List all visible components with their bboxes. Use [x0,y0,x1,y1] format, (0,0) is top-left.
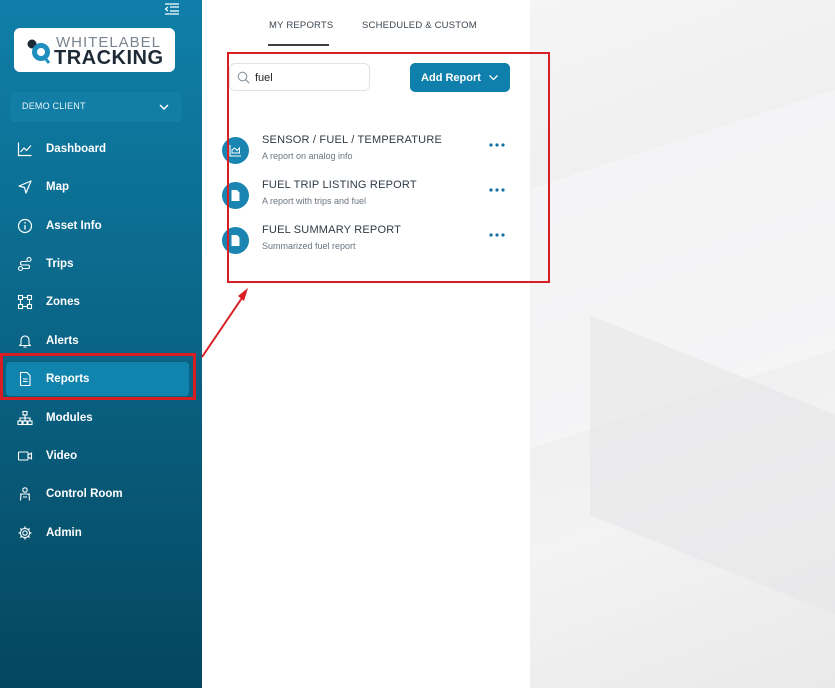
report-list-item[interactable]: FUEL SUMMARY REPORT Summarized fuel repo… [222,224,512,260]
active-tab-indicator [268,44,329,46]
reports-panel [202,0,530,688]
sidebar-item-label: Reports [46,373,90,385]
analog-chart-icon [222,137,249,164]
sidebar-item-label: Admin [46,527,82,539]
tab-my-reports[interactable]: MY REPORTS [269,20,333,31]
report-title: SENSOR / FUEL / TEMPERATURE [262,134,443,146]
client-selector-label: DEMO CLIENT [22,101,86,111]
collapse-sidebar-icon[interactable] [164,2,180,16]
sidebar-item-map[interactable]: Map [6,170,189,204]
bell-icon [18,335,32,348]
more-options-icon[interactable] [488,229,506,241]
report-subtitle: A report on analog info [262,151,353,161]
report-list-item[interactable]: SENSOR / FUEL / TEMPERATURE A report on … [222,134,512,170]
sidebar-item-admin[interactable]: Admin [6,516,189,550]
report-subtitle: Summarized fuel report [262,241,356,251]
search-input[interactable] [255,69,365,87]
sidebar-item-trips[interactable]: Trips [6,247,189,281]
report-title: FUEL SUMMARY REPORT [262,224,402,236]
report-title: FUEL TRIP LISTING REPORT [262,179,417,191]
search-icon [237,71,250,84]
sidebar-item-label: Trips [46,258,74,270]
modules-tree-icon [17,410,33,426]
sidebar-item-label: Asset Info [46,220,102,232]
logo-pin-icon [27,39,51,64]
sidebar-item-zones[interactable]: Zones [6,285,189,319]
sidebar-item-reports[interactable]: Reports [6,362,189,396]
report-subtitle: A report with trips and fuel [262,196,367,206]
brand-logo: WHITELABEL TRACKING [14,28,175,72]
sidebar-item-label: Alerts [46,335,79,347]
sidebar-item-label: Dashboard [46,143,107,155]
video-camera-icon [17,451,33,461]
sidebar-item-video[interactable]: Video [6,439,189,473]
more-options-icon[interactable] [488,184,506,196]
sidebar-item-alerts[interactable]: Alerts [6,324,189,358]
sidebar-item-asset-info[interactable]: Asset Info [6,209,189,243]
route-icon [17,256,32,272]
sidebar-item-label: Video [46,450,78,462]
control-room-icon [19,487,31,501]
zone-polygon-icon [17,294,33,310]
document-icon [222,227,249,254]
logo-text-bottom: TRACKING [54,47,164,69]
chart-line-icon [17,142,32,157]
sidebar: WHITELABEL TRACKING DEMO CLIENT Dashboar… [0,0,202,688]
info-circle-icon [17,218,33,234]
more-options-icon[interactable] [488,139,506,151]
navigation-arrow-icon [18,180,32,194]
sidebar-item-control-room[interactable]: Control Room [6,477,189,511]
background-area [530,0,835,688]
chevron-down-icon [488,75,498,81]
report-list-item[interactable]: FUEL TRIP LISTING REPORT A report with t… [222,179,512,215]
client-selector[interactable]: DEMO CLIENT [10,92,182,122]
gear-icon [18,526,32,540]
search-field[interactable] [229,63,370,91]
tab-scheduled-custom[interactable]: SCHEDULED & CUSTOM [362,20,477,31]
sidebar-item-modules[interactable]: Modules [6,401,189,435]
document-icon [222,182,249,209]
sidebar-item-label: Map [46,181,69,193]
sidebar-item-dashboard[interactable]: Dashboard [6,132,189,166]
background-shape [590,315,835,645]
add-report-button[interactable]: Add Report [410,63,510,92]
sidebar-item-label: Modules [46,412,93,424]
add-report-label: Add Report [421,71,481,84]
sidebar-item-label: Control Room [46,488,123,500]
document-icon [19,371,31,387]
sidebar-item-label: Zones [46,296,80,308]
chevron-down-icon [159,104,169,111]
